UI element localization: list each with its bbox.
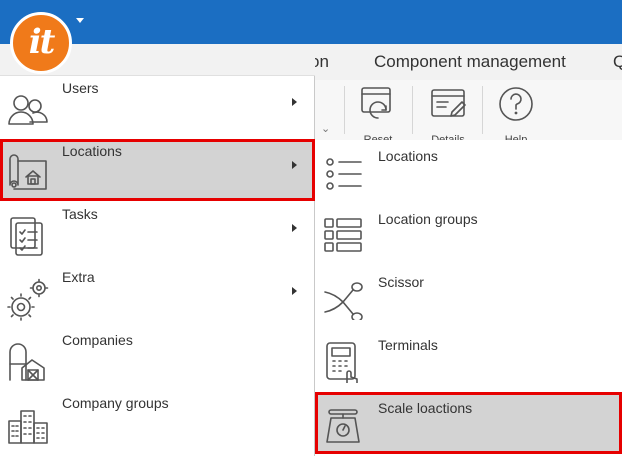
gears-icon xyxy=(7,278,49,321)
app-menu-caret-icon[interactable] xyxy=(76,18,84,23)
app-logo-button[interactable]: it xyxy=(10,12,72,74)
submenu-item-terminals[interactable]: Terminals xyxy=(315,329,622,391)
submenu-item-scissor[interactable]: Scissor xyxy=(315,266,622,328)
submenu-item-label: Terminals xyxy=(378,337,438,353)
scale-icon xyxy=(326,409,360,443)
submenu-item-label: Locations xyxy=(378,148,438,164)
tab-component-management[interactable]: Component management xyxy=(374,52,566,72)
main-dropdown-menu: Users Locations Tasks Extra Companies Co… xyxy=(0,44,315,456)
menu-item-label: Locations xyxy=(62,143,122,159)
menu-item-tasks[interactable]: Tasks xyxy=(0,202,315,264)
submenu-arrow-icon xyxy=(292,98,297,106)
reset-button[interactable]: Reset xyxy=(356,82,400,142)
submenu-item-locations[interactable]: Locations xyxy=(315,140,622,202)
terminal-icon xyxy=(326,342,358,383)
submenu-item-label: Scissor xyxy=(378,274,424,290)
locations-submenu: Locations Location groups Scissor Termin… xyxy=(315,140,622,456)
reset-label: Reset xyxy=(363,134,393,140)
menu-item-label: Users xyxy=(62,80,99,96)
menu-item-users[interactable]: Users xyxy=(0,76,315,138)
chevron-down-icon[interactable]: ⌄ xyxy=(321,122,330,135)
details-label: Details xyxy=(431,134,465,140)
menu-item-label: Extra xyxy=(62,269,95,285)
location-groups-icon xyxy=(324,218,362,252)
menu-item-label: Company groups xyxy=(62,395,169,411)
menu-item-label: Tasks xyxy=(62,206,98,222)
app-logo-text: it xyxy=(28,22,56,62)
help-icon xyxy=(499,87,533,121)
menu-item-company-groups[interactable]: Company groups xyxy=(0,391,315,453)
menu-item-label: Companies xyxy=(62,332,133,348)
ribbon-body: Reset Details Help xyxy=(300,80,622,140)
title-bar xyxy=(0,0,622,44)
submenu-item-location-groups[interactable]: Location groups xyxy=(315,203,622,265)
reset-icon xyxy=(361,87,391,119)
users-icon xyxy=(8,95,48,125)
submenu-arrow-icon xyxy=(292,161,297,169)
submenu-arrow-icon xyxy=(292,224,297,232)
ribbon-separator xyxy=(344,86,345,134)
locations-map-icon xyxy=(9,154,47,190)
menu-item-companies[interactable]: Companies xyxy=(0,328,315,390)
tasks-icon xyxy=(10,217,43,256)
help-label: Help xyxy=(504,134,528,140)
help-button[interactable]: Help xyxy=(494,82,538,142)
company-groups-icon xyxy=(8,410,48,444)
ribbon-separator xyxy=(412,86,413,134)
menu-item-locations[interactable]: Locations xyxy=(0,139,315,201)
submenu-arrow-icon xyxy=(292,287,297,295)
ribbon-separator xyxy=(482,86,483,134)
submenu-item-label: Location groups xyxy=(378,211,478,227)
submenu-item-label: Scale loactions xyxy=(378,400,473,416)
details-icon xyxy=(431,89,466,117)
menu-item-extra[interactable]: Extra xyxy=(0,265,315,327)
list-icon xyxy=(326,158,362,190)
scissor-icon xyxy=(324,282,363,320)
tab-partial-right[interactable]: Q xyxy=(613,52,622,72)
companies-icon xyxy=(9,343,45,381)
details-button[interactable]: Details xyxy=(426,82,470,142)
submenu-item-scale-locations[interactable]: Scale loactions xyxy=(315,392,622,454)
